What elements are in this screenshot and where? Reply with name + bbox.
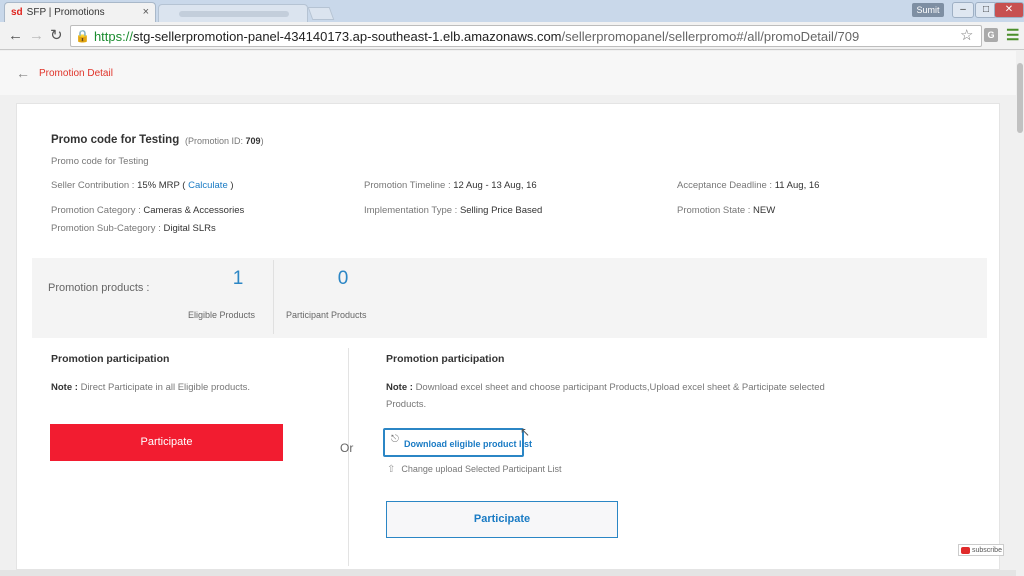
forward-icon[interactable]: → [29,27,44,45]
page-title: Promotion Detail [39,68,113,79]
mouse-cursor-icon: ↖ [520,425,531,439]
tab-title-blurred [179,11,289,17]
browser-tabbar: sd SFP | Promotions × Sumit – □ ✕ [0,0,1024,22]
right-participation-title: Promotion participation [386,353,505,365]
eligible-caption: Eligible Products [188,310,256,320]
promotion-description: Promo code for Testing [51,156,149,167]
participate-selected-button[interactable]: Participate [386,501,618,538]
acceptance-deadline: Acceptance Deadline : 11 Aug, 16 [677,180,820,191]
seller-contribution: Seller Contribution : 15% MRP ( Calculat… [51,180,234,191]
vertical-scrollbar[interactable] [1016,51,1024,576]
horizontal-scrollbar[interactable] [0,570,1016,576]
left-participation-title: Promotion participation [51,353,170,365]
download-icon: ⎋ [391,434,399,445]
participate-all-button[interactable]: Participate [50,424,283,461]
implementation-type: Implementation Type : Selling Price Base… [364,205,543,216]
promotion-state: Promotion State : NEW [677,205,776,216]
participant-count: 0 [337,268,349,289]
upload-label: Change upload Selected Participant List [401,464,562,474]
back-icon[interactable]: ← [8,27,23,45]
promotion-id-value: 709 [245,136,261,146]
browser-tab-inactive[interactable] [158,4,308,22]
reload-icon[interactable]: ↻ [50,27,63,45]
lock-icon: 🔒 [75,29,90,43]
participant-caption: Participant Products [286,310,367,320]
address-bar: ← → ↻ 🔒 https:// stg-sellerpromotion-pan… [0,22,1024,50]
promotion-id: (Promotion ID: 709) [185,136,264,146]
stats-label: Promotion products : [48,282,150,294]
page-header: ← Promotion Detail [0,51,1016,95]
sd-favicon-icon: sd [11,7,23,18]
promotion-name: Promo code for Testing [51,134,180,146]
browser-tab-active[interactable]: sd SFP | Promotions × [4,2,156,22]
tab-close-icon[interactable]: × [143,6,149,18]
url-host: stg-sellerpromotion-panel-434140173.ap-s… [132,28,562,44]
promotion-subcategory: Promotion Sub-Category : Digital SLRs [51,223,216,234]
bookmark-star-icon[interactable]: ☆ [960,26,973,44]
upload-icon: ⇧ [387,464,396,475]
promotion-products-stats: Promotion products : 1 Eligible Products… [32,258,987,338]
window-close-button[interactable]: ✕ [994,2,1024,18]
promotion-category: Promotion Category : Cameras & Accessori… [51,205,245,216]
extension-icon[interactable]: G [984,28,998,42]
menu-icon[interactable]: ☰ [1006,26,1019,44]
url-input[interactable]: 🔒 https:// stg-sellerpromotion-panel-434… [70,25,982,47]
download-eligible-list-button[interactable]: ⎋ Download eligible product list [383,428,532,457]
youtube-icon [961,546,970,554]
minimize-button[interactable]: – [952,2,974,18]
back-arrow-icon[interactable]: ← [16,65,30,81]
url-path: /sellerpromopanel/sellerpromo#/all/promo… [561,28,860,44]
right-participation-note: Note : Download excel sheet and choose p… [386,382,825,410]
or-label: Or [340,441,354,455]
tab-title: SFP | Promotions [26,7,105,18]
eligible-count: 1 [232,268,244,289]
subscribe-badge[interactable]: subscribe [958,544,1004,556]
panel-divider [348,348,349,566]
url-scheme: https:// [93,28,133,44]
left-participation-note: Note : Direct Participate in all Eligibl… [51,382,251,393]
stats-divider [273,260,274,334]
calculate-link[interactable]: Calculate [188,180,228,191]
new-tab-button[interactable] [307,7,335,20]
promotion-timeline: Promotion Timeline : 12 Aug - 13 Aug, 16 [364,180,537,191]
download-label: Download eligible product list [404,439,533,449]
scrollbar-thumb[interactable] [1017,63,1023,133]
promotion-detail-card: Promo code for Testing (Promotion ID: 70… [16,103,1000,570]
user-profile-badge[interactable]: Sumit [912,3,944,17]
change-upload-link[interactable]: ⇧ Change upload Selected Participant List [387,464,562,475]
